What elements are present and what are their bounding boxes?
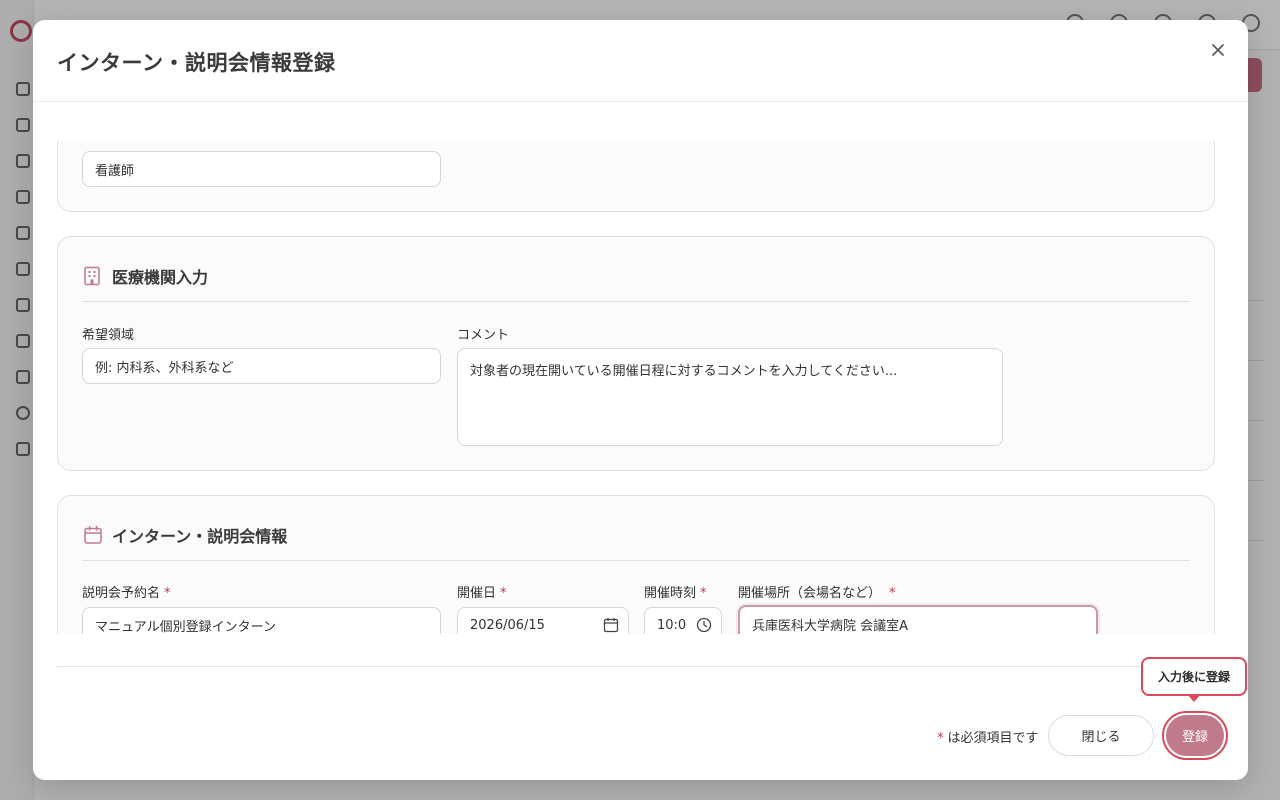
event-time-value: 10:0: [657, 617, 687, 633]
profession-value: 看護師: [95, 163, 135, 179]
clock-icon[interactable]: [696, 617, 712, 633]
calendar-icon: [83, 525, 103, 545]
event-date-label-text: 開催日: [457, 586, 497, 601]
required-note-text: は必須項目です: [947, 731, 1039, 746]
desired-field-placeholder: 例: 内科系、外科系など: [95, 360, 234, 376]
close-icon: [1212, 44, 1224, 56]
desired-field-label: 希望領域: [82, 328, 135, 343]
profession-section: 看護師: [57, 141, 1215, 212]
event-time-input[interactable]: 10:0: [644, 607, 722, 634]
required-mark: *: [500, 586, 507, 601]
modal-body[interactable]: 看護師 医療機関入力 希望領域 例: 内科系、外科系など コメント 対象者の現在…: [33, 141, 1248, 634]
required-mark: *: [164, 586, 171, 601]
venue-label-text: 開催場所（会場名など）: [738, 586, 882, 601]
close-modal-button[interactable]: 閉じる: [1048, 715, 1154, 756]
event-date-label: 開催日 *: [457, 582, 507, 601]
event-info-section: インターン・説明会情報 説明会予約名 * マニュアル個別登録インターン 開催日 * …: [57, 495, 1215, 634]
modal-header: インターン・説明会情報登録: [33, 20, 1248, 102]
calendar-icon[interactable]: [603, 617, 619, 633]
venue-input[interactable]: 兵庫医科大学病院 会議室A: [738, 605, 1098, 634]
submit-button[interactable]: 登録: [1166, 715, 1224, 756]
event-name-value: マニュアル個別登録インターン: [95, 619, 276, 635]
medical-section-label: 医療機関入力: [112, 268, 209, 287]
event-time-label: 開催時刻 *: [644, 582, 707, 601]
comment-placeholder: 対象者の現在開いている開催日程に対するコメントを入力してください...: [470, 364, 898, 379]
event-date-input[interactable]: 2026/06/15: [457, 607, 629, 634]
comment-label: コメント: [457, 328, 510, 343]
comment-textarea[interactable]: 対象者の現在開いている開催日程に対するコメントを入力してください...: [457, 348, 1003, 446]
venue-value: 兵庫医科大学病院 会議室A: [752, 618, 909, 634]
event-name-label-text: 説明会予約名: [82, 586, 161, 601]
required-mark: *: [700, 586, 707, 601]
close-button[interactable]: [1206, 38, 1230, 62]
modal-title: インターン・説明会情報登録: [57, 51, 336, 75]
medical-institution-section: 医療機関入力 希望領域 例: 内科系、外科系など コメント 対象者の現在開いてい…: [57, 236, 1215, 471]
tooltip-arrow: [1187, 694, 1201, 702]
event-date-value: 2026/06/15: [470, 617, 545, 633]
profession-field[interactable]: 看護師: [82, 151, 441, 187]
submit-tooltip: 入力後に登録: [1141, 657, 1247, 696]
event-time-label-text: 開催時刻: [644, 586, 697, 601]
building-icon: [83, 266, 103, 286]
venue-label: 開催場所（会場名など） *: [738, 582, 896, 601]
event-name-label: 説明会予約名 *: [82, 582, 171, 601]
event-name-input[interactable]: マニュアル個別登録インターン: [82, 607, 441, 634]
section-divider: [82, 301, 1190, 302]
section-divider: [82, 560, 1190, 561]
event-section-title: インターン・説明会情報: [83, 523, 287, 547]
event-section-label: インターン・説明会情報: [112, 527, 288, 546]
desired-field-input[interactable]: 例: 内科系、外科系など: [82, 348, 441, 384]
required-mark: *: [889, 586, 896, 601]
footer-divider: [57, 666, 1224, 667]
required-note: * は必須項目です: [937, 727, 1039, 746]
registration-modal: インターン・説明会情報登録 看護師 医療機関入力 希望領域 例: 内科系、外科系…: [33, 20, 1248, 780]
required-mark: *: [937, 731, 944, 746]
medical-section-title: 医療機関入力: [83, 264, 208, 288]
